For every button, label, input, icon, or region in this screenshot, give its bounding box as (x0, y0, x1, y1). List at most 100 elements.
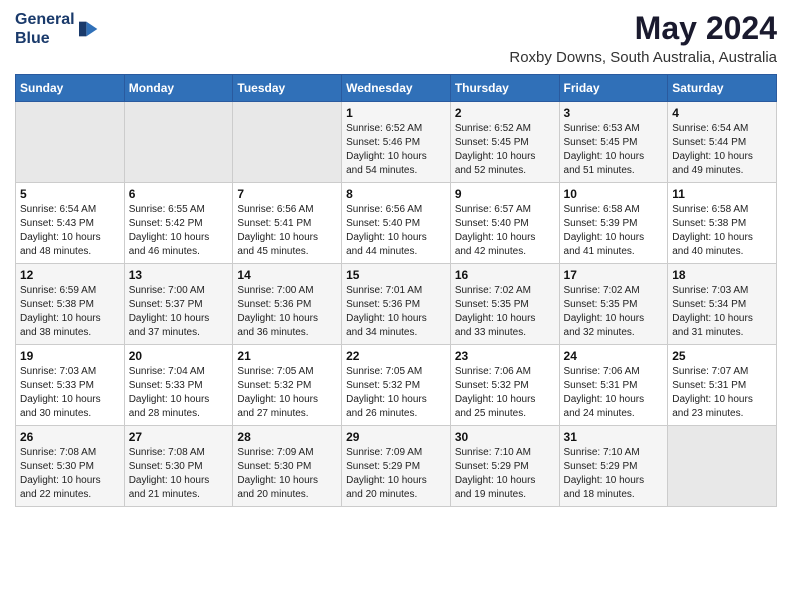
day-info: Sunrise: 6:56 AMSunset: 5:40 PMDaylight:… (346, 203, 446, 259)
day-header: Saturday (668, 75, 777, 102)
day-number: 2 (455, 106, 555, 120)
day-number: 1 (346, 106, 446, 120)
calendar-cell: 9 Sunrise: 6:57 AMSunset: 5:40 PMDaylight… (450, 183, 559, 264)
calendar-cell: 23 Sunrise: 7:06 AMSunset: 5:32 PMDayligh… (450, 345, 559, 426)
logo-line2: Blue (15, 29, 75, 48)
day-info: Sunrise: 7:06 AMSunset: 5:32 PMDaylight:… (455, 365, 555, 421)
calendar-week: 26 Sunrise: 7:08 AMSunset: 5:30 PMDayligh… (16, 426, 777, 507)
calendar-cell: 27Sunrise: 7:08 AMSunset: 5:30 PMDayligh… (124, 426, 233, 507)
day-info: Sunrise: 6:52 AMSunset: 5:46 PMDaylight:… (346, 122, 446, 178)
logo-line1: General (15, 10, 75, 29)
day-info: Sunrise: 7:08 AMSunset: 5:30 PMDaylight:… (20, 446, 120, 502)
day-info: Sunrise: 6:52 AMSunset: 5:45 PMDaylight:… (455, 122, 555, 178)
day-number: 21 (237, 349, 337, 363)
day-number: 5 (20, 187, 120, 201)
calendar-cell: 5 Sunrise: 6:54 AMSunset: 5:43 PMDaylight… (16, 183, 125, 264)
calendar-cell: 17 Sunrise: 7:02 AMSunset: 5:35 PMDayligh… (559, 264, 668, 345)
day-info: Sunrise: 7:00 AMSunset: 5:37 PMDaylight:… (129, 284, 229, 340)
day-number: 30 (455, 430, 555, 444)
title-block: May 2024 Roxby Downs, South Australia, A… (509, 10, 777, 66)
calendar-week: 1 Sunrise: 6:52 AMSunset: 5:46 PMDaylight… (16, 102, 777, 183)
calendar-cell: 14 Sunrise: 7:00 AMSunset: 5:36 PMDayligh… (233, 264, 342, 345)
day-info: Sunrise: 7:07 AMSunset: 5:31 PMDaylight:… (672, 365, 772, 421)
calendar-cell: 18 Sunrise: 7:03 AMSunset: 5:34 PMDayligh… (668, 264, 777, 345)
main-title: May 2024 (509, 10, 777, 47)
calendar-cell: 19 Sunrise: 7:03 AMSunset: 5:33 PMDayligh… (16, 345, 125, 426)
day-number: 8 (346, 187, 446, 201)
day-number: 24 (564, 349, 664, 363)
day-info: Sunrise: 6:57 AMSunset: 5:40 PMDaylight:… (455, 203, 555, 259)
calendar-cell: 6 Sunrise: 6:55 AMSunset: 5:42 PMDaylight… (124, 183, 233, 264)
calendar-cell: 22Sunrise: 7:05 AMSunset: 5:32 PMDayligh… (342, 345, 451, 426)
calendar-cell: 16 Sunrise: 7:02 AMSunset: 5:35 PMDayligh… (450, 264, 559, 345)
day-number: 9 (455, 187, 555, 201)
day-number: 7 (237, 187, 337, 201)
day-header: Thursday (450, 75, 559, 102)
calendar-cell: 25 Sunrise: 7:07 AMSunset: 5:31 PMDayligh… (668, 345, 777, 426)
calendar-cell: 8 Sunrise: 6:56 AMSunset: 5:40 PMDaylight… (342, 183, 451, 264)
day-number: 28 (237, 430, 337, 444)
day-info: Sunrise: 7:05 AMSunset: 5:32 PMDaylight:… (346, 365, 446, 421)
day-info: Sunrise: 6:59 AMSunset: 5:38 PMDaylight:… (20, 284, 120, 340)
day-number: 20 (129, 349, 229, 363)
calendar-cell: 1 Sunrise: 6:52 AMSunset: 5:46 PMDaylight… (342, 102, 451, 183)
day-info: Sunrise: 7:03 AMSunset: 5:34 PMDaylight:… (672, 284, 772, 340)
calendar-cell: 12 Sunrise: 6:59 AMSunset: 5:38 PMDayligh… (16, 264, 125, 345)
calendar-cell: 4 Sunrise: 6:54 AMSunset: 5:44 PMDaylight… (668, 102, 777, 183)
day-info: Sunrise: 7:04 AMSunset: 5:33 PMDaylight:… (129, 365, 229, 421)
day-info: Sunrise: 7:05 AMSunset: 5:32 PMDaylight:… (237, 365, 337, 421)
day-info: Sunrise: 7:01 AMSunset: 5:36 PMDaylight:… (346, 284, 446, 340)
header-row: SundayMondayTuesdayWednesdayThursdayFrid… (16, 75, 777, 102)
day-info: Sunrise: 7:02 AMSunset: 5:35 PMDaylight:… (564, 284, 664, 340)
day-number: 4 (672, 106, 772, 120)
day-info: Sunrise: 7:06 AMSunset: 5:31 PMDaylight:… (564, 365, 664, 421)
day-info: Sunrise: 7:00 AMSunset: 5:36 PMDaylight:… (237, 284, 337, 340)
calendar-cell: 11 Sunrise: 6:58 AMSunset: 5:38 PMDayligh… (668, 183, 777, 264)
day-info: Sunrise: 7:09 AMSunset: 5:29 PMDaylight:… (346, 446, 446, 502)
calendar-table: SundayMondayTuesdayWednesdayThursdayFrid… (15, 74, 777, 507)
calendar-cell: 26 Sunrise: 7:08 AMSunset: 5:30 PMDayligh… (16, 426, 125, 507)
day-number: 25 (672, 349, 772, 363)
calendar-cell (124, 102, 233, 183)
day-info: Sunrise: 7:03 AMSunset: 5:33 PMDaylight:… (20, 365, 120, 421)
day-info: Sunrise: 7:02 AMSunset: 5:35 PMDaylight:… (455, 284, 555, 340)
calendar-cell: 7Sunrise: 6:56 AMSunset: 5:41 PMDaylight… (233, 183, 342, 264)
day-number: 11 (672, 187, 772, 201)
day-info: Sunrise: 6:58 AMSunset: 5:38 PMDaylight:… (672, 203, 772, 259)
calendar-cell (16, 102, 125, 183)
calendar-cell (668, 426, 777, 507)
day-info: Sunrise: 6:53 AMSunset: 5:45 PMDaylight:… (564, 122, 664, 178)
day-number: 14 (237, 268, 337, 282)
day-info: Sunrise: 6:54 AMSunset: 5:43 PMDaylight:… (20, 203, 120, 259)
calendar-cell: 13 Sunrise: 7:00 AMSunset: 5:37 PMDayligh… (124, 264, 233, 345)
day-info: Sunrise: 6:54 AMSunset: 5:44 PMDaylight:… (672, 122, 772, 178)
day-number: 29 (346, 430, 446, 444)
day-info: Sunrise: 6:58 AMSunset: 5:39 PMDaylight:… (564, 203, 664, 259)
day-number: 23 (455, 349, 555, 363)
calendar-cell (233, 102, 342, 183)
day-number: 6 (129, 187, 229, 201)
calendar-week: 5 Sunrise: 6:54 AMSunset: 5:43 PMDaylight… (16, 183, 777, 264)
day-number: 12 (20, 268, 120, 282)
page-header: General Blue May 2024 Roxby Downs, South… (15, 10, 777, 66)
day-info: Sunrise: 7:09 AMSunset: 5:30 PMDaylight:… (237, 446, 337, 502)
day-number: 17 (564, 268, 664, 282)
day-number: 13 (129, 268, 229, 282)
calendar-cell: 2 Sunrise: 6:52 AMSunset: 5:45 PMDaylight… (450, 102, 559, 183)
calendar-cell: 31Sunrise: 7:10 AMSunset: 5:29 PMDayligh… (559, 426, 668, 507)
day-info: Sunrise: 7:08 AMSunset: 5:30 PMDaylight:… (129, 446, 229, 502)
subtitle: Roxby Downs, South Australia, Australia (509, 49, 777, 66)
calendar-cell: 20 Sunrise: 7:04 AMSunset: 5:33 PMDayligh… (124, 345, 233, 426)
calendar-cell: 15Sunrise: 7:01 AMSunset: 5:36 PMDayligh… (342, 264, 451, 345)
day-number: 26 (20, 430, 120, 444)
calendar-week: 19 Sunrise: 7:03 AMSunset: 5:33 PMDayligh… (16, 345, 777, 426)
day-info: Sunrise: 6:55 AMSunset: 5:42 PMDaylight:… (129, 203, 229, 259)
logo: General Blue (15, 10, 101, 48)
day-number: 18 (672, 268, 772, 282)
day-number: 16 (455, 268, 555, 282)
calendar-cell: 10 Sunrise: 6:58 AMSunset: 5:39 PMDayligh… (559, 183, 668, 264)
calendar-cell: 24 Sunrise: 7:06 AMSunset: 5:31 PMDayligh… (559, 345, 668, 426)
day-number: 10 (564, 187, 664, 201)
calendar-cell: 21 Sunrise: 7:05 AMSunset: 5:32 PMDayligh… (233, 345, 342, 426)
day-number: 19 (20, 349, 120, 363)
